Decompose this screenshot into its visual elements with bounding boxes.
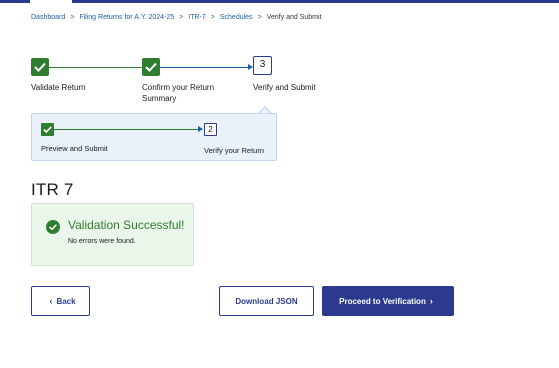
chevron-right-icon: › xyxy=(429,296,433,306)
step-1-complete xyxy=(31,58,49,76)
sub-step-2-label: Verify your Return xyxy=(204,146,265,155)
proceed-to-verification-button[interactable]: Proceed to Verification › xyxy=(322,286,454,316)
step-2-complete xyxy=(142,58,160,76)
top-nav-active-indicator xyxy=(30,0,72,3)
breadcrumb-separator: > xyxy=(70,14,75,21)
arrow-right-icon xyxy=(198,126,203,132)
breadcrumb-separator: > xyxy=(210,14,215,21)
step-1-label: Validate Return xyxy=(31,83,86,92)
chevron-left-icon: ‹ xyxy=(49,296,53,306)
breadcrumb-separator: > xyxy=(179,14,184,21)
top-nav-bar xyxy=(0,0,559,3)
checkmark-icon xyxy=(43,126,52,133)
back-button[interactable]: ‹ Back xyxy=(31,286,90,316)
sub-stepper-panel: 2 Preview and Submit Verify your Return xyxy=(31,113,277,161)
page-title: ITR 7 xyxy=(31,180,74,199)
validation-title: Validation Successful! xyxy=(68,218,185,232)
breadcrumb-separator: > xyxy=(257,14,262,21)
breadcrumb-schedules[interactable]: Schedules xyxy=(220,14,253,21)
validation-success-alert: Validation Successful! No errors were fo… xyxy=(31,203,194,266)
check-circle-icon xyxy=(46,220,60,234)
sub-step-connector xyxy=(54,129,202,130)
breadcrumb-current: Verify and Submit xyxy=(266,14,322,21)
sub-step-1-label: Preview and Submit xyxy=(41,144,108,153)
download-json-button[interactable]: Download JSON xyxy=(219,286,314,316)
breadcrumb: Dashboard > Filing Returns for A.Y. 2024… xyxy=(31,14,322,21)
step-connector xyxy=(49,67,142,68)
sub-step-1-complete xyxy=(41,123,54,136)
breadcrumb-itr7[interactable]: ITR-7 xyxy=(188,14,206,21)
breadcrumb-filing-returns[interactable]: Filing Returns for A.Y. 2024-25 xyxy=(79,14,174,21)
step-3-label: Verify and Submit xyxy=(253,83,316,92)
checkmark-icon xyxy=(145,62,157,72)
step-connector xyxy=(160,67,248,68)
checkmark-icon xyxy=(34,62,46,72)
validation-message: No errors were found. xyxy=(68,238,136,245)
breadcrumb-dashboard[interactable]: Dashboard xyxy=(31,14,65,21)
step-2-label: Confirm your Return Summary xyxy=(142,83,215,103)
sub-step-2-active: 2 xyxy=(204,123,217,136)
step-3-active: 3 xyxy=(253,56,272,75)
